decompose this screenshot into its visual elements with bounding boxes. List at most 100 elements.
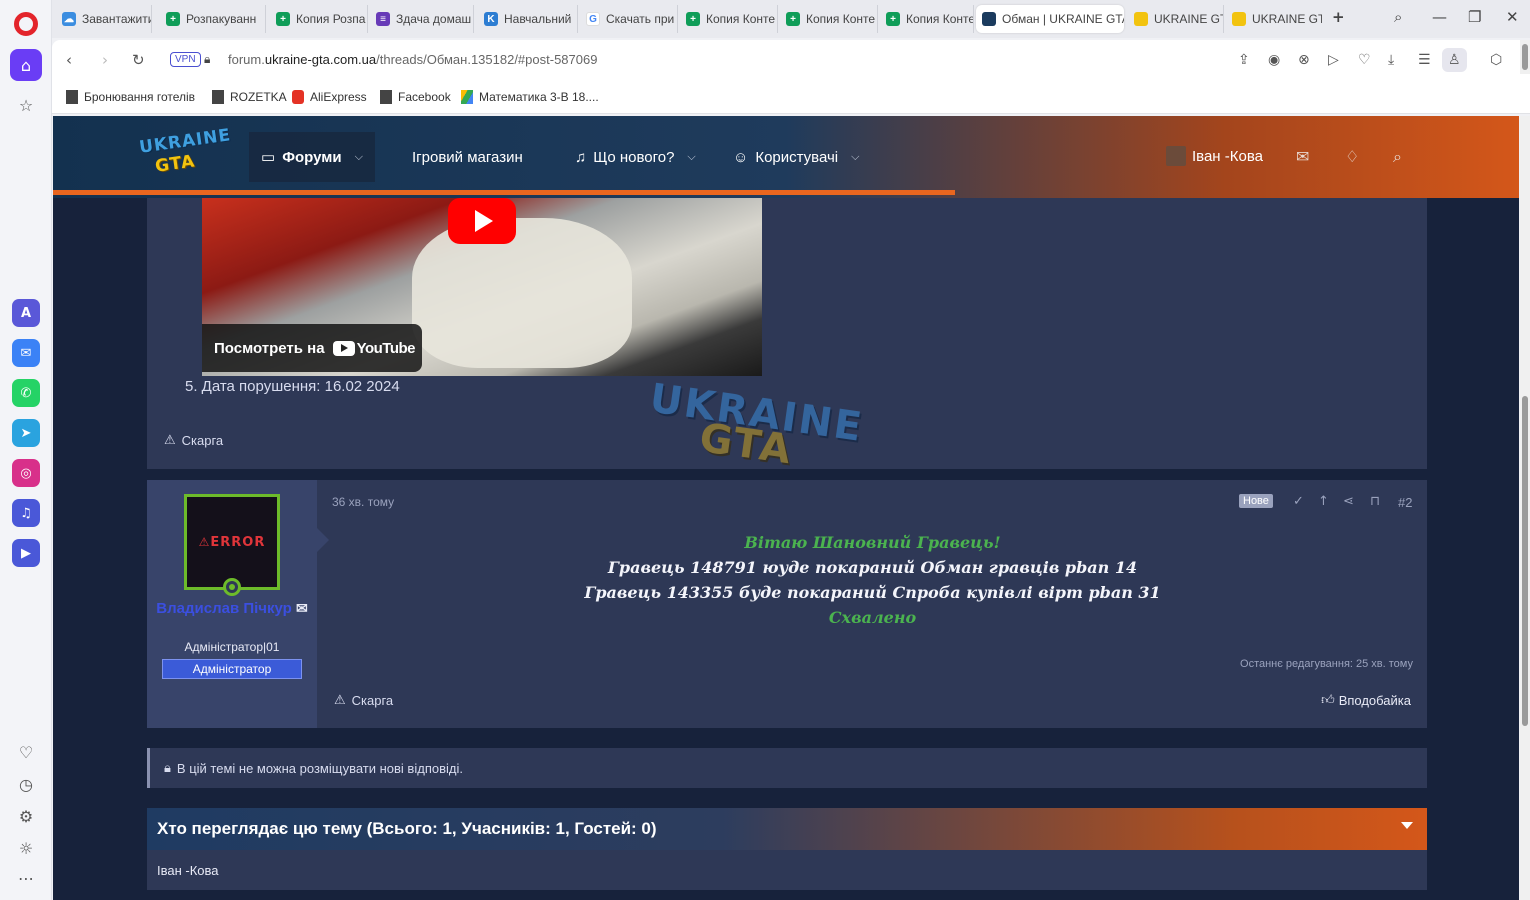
bookmark-facebook[interactable]: Facebook <box>380 90 451 104</box>
bookmark-rozetka[interactable]: ROZETKA <box>212 90 287 104</box>
instagram-icon[interactable]: ◎ <box>12 459 40 487</box>
youtube-icon <box>332 340 355 356</box>
thumbs-up-icon: 👍︎ <box>1321 692 1335 707</box>
aria-icon[interactable]: A <box>12 299 40 327</box>
account-menu[interactable]: Іван -Кова <box>1166 146 1263 166</box>
easy-setup-icon[interactable]: ☰ <box>1418 52 1431 68</box>
bell-icon: ♫ <box>575 148 587 166</box>
post-number[interactable]: #2 <box>1398 495 1412 510</box>
lock-icon[interactable]: 🔒︎ <box>204 52 210 67</box>
youtube-embed[interactable]: Посмотреть на YouTube <box>202 198 762 376</box>
camera-icon[interactable]: ◉ <box>1268 52 1280 68</box>
search-tabs-icon[interactable]: ⌕ <box>1394 8 1402 26</box>
extensions-icon[interactable]: ⬡ <box>1490 52 1502 68</box>
author-name[interactable]: Владислав Пічкур ✉ <box>147 598 317 619</box>
chevron-down-icon[interactable] <box>1401 822 1413 829</box>
telegram-icon[interactable]: ➤ <box>12 419 40 447</box>
chevron-down-icon[interactable]: ⌵ <box>851 151 859 164</box>
avatar[interactable]: ⚠ERROR <box>184 494 280 590</box>
share-icon[interactable]: ⋖ <box>1343 494 1354 509</box>
nav-forums[interactable]: ▭ Форуми ⌵ <box>249 132 375 182</box>
share-icon[interactable]: ⇪ <box>1238 52 1250 68</box>
message-line-2: Гравець 143355 буде покараний Спроба куп… <box>584 583 1161 602</box>
tab-0[interactable]: ☁ Завантажити <box>56 5 152 33</box>
nav-whats-new-label: Що нового? <box>593 148 675 166</box>
chevron-down-icon[interactable]: ⌵ <box>687 151 695 164</box>
tab-label: Обман | UKRAINE GTA <box>1002 12 1124 26</box>
nav-users[interactable]: ☺ Користувачі ⌵ <box>733 132 859 182</box>
heart-icon[interactable]: ♡ <box>10 736 42 768</box>
nav-whats-new[interactable]: ♫ Що нового? ⌵ <box>575 132 696 182</box>
back-icon[interactable]: ‹ <box>66 51 72 69</box>
classroom-icon: K <box>484 12 498 26</box>
opera-logo-icon[interactable] <box>14 12 38 36</box>
page-scrollbar[interactable] <box>1520 116 1530 900</box>
tab-3[interactable]: ≡ Здача домаш <box>370 5 474 33</box>
send-icon[interactable]: ▷ <box>1328 52 1339 68</box>
star-icon[interactable]: ☆ <box>10 89 42 121</box>
bookmark-icon[interactable]: ⊓ <box>1370 494 1380 509</box>
tab-6[interactable]: + Копия Конте <box>680 5 778 33</box>
post-1: Посмотреть на YouTube 5. Дата порушення:… <box>147 198 1427 469</box>
tab-7[interactable]: + Копия Конте <box>780 5 878 33</box>
report-button[interactable]: ⚠ Скарга <box>164 432 223 448</box>
watch-on-youtube-button[interactable]: Посмотреть на YouTube <box>202 324 422 372</box>
bookmark-hotels[interactable]: Бронювання готелів <box>66 90 195 104</box>
vpn-badge[interactable]: VPN <box>170 52 201 67</box>
scroll-thumb[interactable] <box>1522 44 1528 70</box>
message-status: Схвалено <box>828 608 917 627</box>
whatsapp-icon[interactable]: ✆ <box>12 379 40 407</box>
home-icon[interactable]: ⌂ <box>10 49 42 81</box>
settings-icon[interactable]: ⚙ <box>10 800 42 832</box>
minimize-icon[interactable]: — <box>1432 8 1447 26</box>
site-logo[interactable]: UKRAINE GTA <box>138 125 232 180</box>
tab-1[interactable]: + Розпакуванн <box>160 5 266 33</box>
report-button[interactable]: ⚠ Скарга <box>334 692 393 708</box>
tab-5[interactable]: G Скачать при <box>580 5 678 33</box>
tab-10[interactable]: UKRAINE GTA <box>1128 5 1224 33</box>
inbox-icon[interactable]: ✉ <box>1296 147 1309 166</box>
tab-2[interactable]: + Копия Розпа <box>270 5 368 33</box>
heart-icon[interactable]: ♡ <box>1358 52 1371 68</box>
close-icon[interactable]: ✕ <box>1506 8 1519 26</box>
url-field[interactable]: forum.ukraine-gta.com.ua/threads/Обман.1… <box>228 52 597 67</box>
restore-icon[interactable]: ❐ <box>1468 8 1481 26</box>
messenger-icon[interactable]: ✉ <box>12 339 40 367</box>
viewer-name[interactable]: Іван -Кова <box>157 863 219 878</box>
forum-page: UKRAINE GTA ▭ Форуми ⌵ Ігровий магазин ♫… <box>53 116 1519 900</box>
post-time[interactable]: 36 хв. тому <box>332 495 394 509</box>
tab-active[interactable]: Обман | UKRAINE GTA <box>976 5 1124 33</box>
tab-11[interactable]: UKRAINE GTA <box>1226 5 1322 33</box>
download-icon[interactable]: ⤓ <box>1388 52 1394 68</box>
nav-shop[interactable]: Ігровий магазин <box>412 132 523 182</box>
message-icon[interactable]: ✉ <box>296 600 308 616</box>
play-icon[interactable] <box>448 198 516 244</box>
tab-label: Копия Конте <box>906 12 974 26</box>
reload-icon[interactable]: ↻ <box>132 51 145 69</box>
who-viewing-header[interactable]: Хто переглядає цю тему (Всього: 1, Учасн… <box>147 808 1427 850</box>
lightbulb-icon[interactable]: ☼ <box>10 832 42 864</box>
more-icon[interactable]: ⋯ <box>10 862 42 894</box>
alerts-icon[interactable]: ♢ <box>1345 147 1359 166</box>
like-button[interactable]: 👍︎ Вподобайка <box>1321 692 1411 708</box>
new-tab-icon[interactable]: + <box>1332 8 1345 26</box>
search-icon[interactable]: ⌕ <box>1393 147 1402 167</box>
avatar-text: ERROR <box>210 534 266 550</box>
scroll-thumb[interactable] <box>1522 396 1528 726</box>
tab-8[interactable]: + Копия Конте <box>880 5 974 33</box>
block-icon[interactable]: ⊗ <box>1298 52 1310 68</box>
url-domain: ukraine-gta.com.ua <box>264 52 377 67</box>
warning-icon: ⚠ <box>334 692 346 707</box>
check-icon[interactable]: ✓ <box>1293 494 1304 509</box>
tabs-scrollbar[interactable] <box>1520 40 1530 74</box>
history-icon[interactable]: ◷ <box>10 768 42 800</box>
tab-4[interactable]: K Навчальний <box>478 5 578 33</box>
player-icon[interactable]: ▶ <box>12 539 40 567</box>
profile-icon[interactable]: ♙ <box>1442 48 1467 72</box>
music-icon[interactable]: ♫ <box>12 499 40 527</box>
arrow-up-icon[interactable]: ↑ <box>1318 494 1329 509</box>
bookmark-math[interactable]: Математика 3-В 18.... <box>461 90 599 104</box>
forward-icon[interactable]: › <box>102 51 108 69</box>
chevron-down-icon[interactable]: ⌵ <box>355 151 363 164</box>
bookmark-aliexpress[interactable]: AliExpress <box>292 90 367 104</box>
